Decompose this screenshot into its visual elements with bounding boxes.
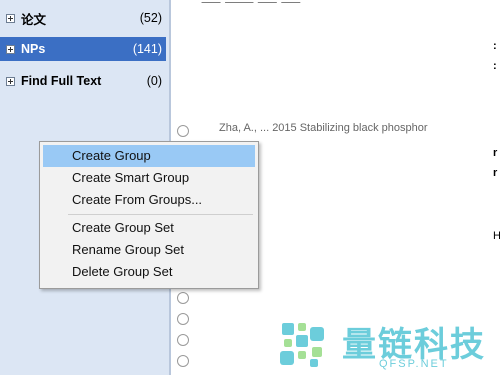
menu-item-delete-group-set[interactable]: Delete Group Set [43, 261, 255, 283]
group-name: Find Full Text [21, 74, 102, 88]
reference-row[interactable]: Zha, A., ... 2015 Stabilizing black phos… [219, 122, 428, 134]
group-count: (141) [132, 42, 162, 56]
watermark-text-en: QFSP.NET [379, 358, 449, 370]
clipped-text: H [493, 230, 500, 242]
read-status-icon[interactable] [177, 313, 189, 325]
clipped-text: : [493, 40, 497, 52]
context-menu: Create Group Create Smart Group Create F… [39, 141, 259, 289]
group-name: NPs [21, 42, 46, 56]
menu-item-create-group[interactable]: Create Group [43, 145, 255, 167]
menu-item-create-group-set[interactable]: Create Group Set [43, 217, 255, 239]
clipped-text: : [493, 60, 497, 72]
menu-item-create-smart-group[interactable]: Create Smart Group [43, 167, 255, 189]
read-status-icon[interactable] [177, 355, 189, 367]
expand-icon[interactable] [6, 13, 15, 23]
group-name: 论文 [21, 12, 47, 27]
watermark-logo-icon [280, 323, 324, 367]
group-item-find-full-text[interactable]: Find Full Text (0) [0, 69, 166, 93]
menu-separator [68, 214, 253, 215]
group-count: (52) [139, 11, 162, 25]
read-status-icon[interactable] [177, 125, 189, 137]
group-item-nps[interactable]: NPs (141) [0, 37, 166, 61]
expand-icon[interactable] [6, 44, 15, 54]
group-count: (0) [146, 74, 162, 88]
watermark: 量链科技 QFSP.NET [278, 313, 500, 375]
clipped-row-text: ⸺ ⸻ ⸺ ⸺ [201, 0, 301, 9]
expand-icon[interactable] [6, 76, 15, 86]
group-item-lunwen[interactable]: 论文 (52) [0, 6, 166, 30]
clipped-text: r [493, 147, 498, 159]
clipped-text: r [493, 167, 498, 179]
menu-item-rename-group-set[interactable]: Rename Group Set [43, 239, 255, 261]
menu-item-create-from-groups[interactable]: Create From Groups... [43, 189, 255, 211]
read-status-icon[interactable] [177, 334, 189, 346]
read-status-icon[interactable] [177, 292, 189, 304]
